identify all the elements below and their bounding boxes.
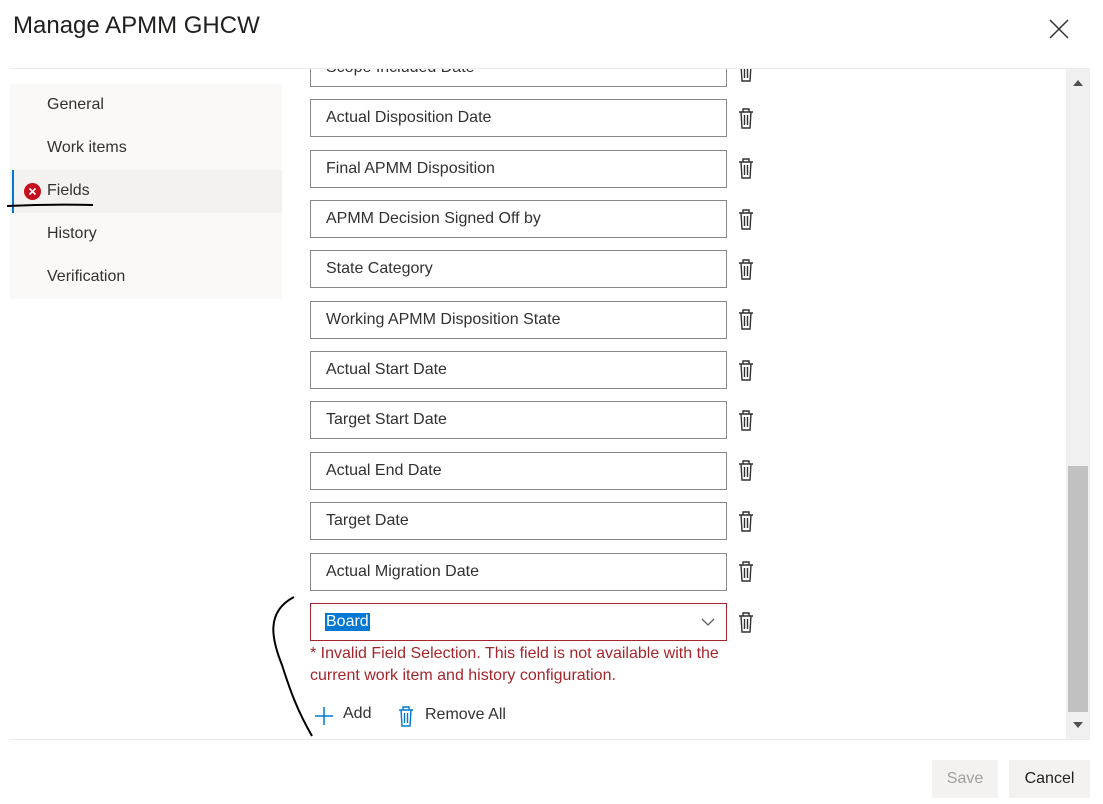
dialog-title: Manage APMM GHCW: [13, 12, 260, 39]
trash-icon: [739, 511, 753, 532]
delete-field-button[interactable]: [736, 408, 756, 432]
trash-icon: [399, 706, 413, 727]
field-input[interactable]: Target Start Date: [310, 401, 727, 439]
trash-icon: [739, 309, 753, 330]
field-value: State Category: [326, 260, 433, 277]
field-input[interactable]: Actual Start Date: [310, 351, 727, 389]
field-value: Working APMM Disposition State: [326, 311, 561, 328]
field-value: Board: [325, 613, 370, 631]
delete-field-button[interactable]: [736, 307, 756, 331]
nav-item-verification[interactable]: Verification: [10, 256, 282, 299]
trash-icon: [739, 360, 753, 381]
nav-item-general[interactable]: General: [10, 84, 282, 127]
field-error-message: * Invalid Field Selection. This field is…: [310, 645, 719, 684]
trash-icon: [739, 410, 753, 431]
field-dropdown-invalid[interactable]: Board: [310, 603, 727, 641]
field-input[interactable]: Working APMM Disposition State: [310, 301, 727, 339]
nav-item-label: History: [47, 225, 97, 242]
side-nav: General Work items Fields History Verifi…: [10, 84, 282, 299]
trash-icon: [739, 209, 753, 230]
trash-icon: [739, 561, 753, 582]
trash-icon: [739, 108, 753, 129]
delete-field-button[interactable]: [736, 610, 756, 634]
trash-icon: [739, 259, 753, 280]
scroll-down-icon[interactable]: [1072, 720, 1084, 730]
close-button[interactable]: [1046, 16, 1072, 42]
delete-field-button[interactable]: [736, 69, 756, 83]
field-input[interactable]: Final APMM Disposition: [310, 150, 727, 188]
active-indicator: [12, 170, 14, 213]
delete-field-button[interactable]: [736, 156, 756, 180]
field-value: APMM Decision Signed Off by: [326, 210, 541, 227]
field-input[interactable]: Actual Disposition Date: [310, 99, 727, 137]
nav-item-history[interactable]: History: [10, 213, 282, 256]
field-value: Scope Included Date: [326, 69, 475, 77]
chevron-down-icon: [701, 618, 715, 626]
field-value: Target Start Date: [326, 411, 447, 428]
delete-field-button[interactable]: [736, 559, 756, 583]
nav-item-work-items[interactable]: Work items: [10, 127, 282, 170]
trash-icon: [739, 158, 753, 179]
field-value: Actual Migration Date: [326, 563, 479, 580]
trash-icon: [739, 612, 753, 633]
trash-icon: [739, 460, 753, 481]
field-input[interactable]: State Category: [310, 250, 727, 288]
delete-field-button[interactable]: [736, 257, 756, 281]
trash-icon: [740, 69, 752, 82]
nav-item-label: General: [47, 96, 104, 113]
scroll-up-icon[interactable]: [1072, 78, 1084, 88]
delete-field-button[interactable]: [736, 207, 756, 231]
field-value: Final APMM Disposition: [326, 160, 495, 177]
error-circle-icon: [24, 183, 41, 200]
fields-list: Scope Included Date Actual Disposition D…: [290, 69, 1090, 739]
field-input[interactable]: Target Date: [310, 502, 727, 540]
delete-field-button[interactable]: [736, 509, 756, 533]
field-value: Actual End Date: [326, 462, 442, 479]
remove-all-label: Remove All: [425, 706, 506, 723]
nav-item-fields[interactable]: Fields: [10, 170, 282, 213]
nav-item-label: Fields: [47, 182, 90, 199]
field-value: Actual Start Date: [326, 361, 447, 378]
field-input[interactable]: APMM Decision Signed Off by: [310, 200, 727, 238]
plus-icon: [315, 707, 333, 725]
field-input[interactable]: Scope Included Date: [310, 69, 727, 87]
field-input[interactable]: Actual End Date: [310, 452, 727, 490]
scroll-thumb[interactable]: [1068, 466, 1088, 712]
cancel-button[interactable]: Cancel: [1009, 760, 1090, 798]
vertical-scrollbar[interactable]: [1066, 69, 1090, 739]
footer-divider: [10, 739, 1090, 740]
delete-field-button[interactable]: [736, 458, 756, 482]
field-value: Actual Disposition Date: [326, 109, 492, 126]
delete-field-button[interactable]: [736, 358, 756, 382]
close-icon: [1049, 19, 1069, 39]
nav-item-label: Verification: [47, 268, 126, 285]
nav-item-label: Work items: [47, 139, 127, 156]
save-button[interactable]: Save: [932, 760, 998, 798]
field-input[interactable]: Actual Migration Date: [310, 553, 727, 591]
remove-all-button[interactable]: Remove All: [396, 703, 526, 729]
add-label: Add: [343, 705, 372, 722]
field-value: Target Date: [326, 512, 409, 529]
delete-field-button[interactable]: [736, 106, 756, 130]
